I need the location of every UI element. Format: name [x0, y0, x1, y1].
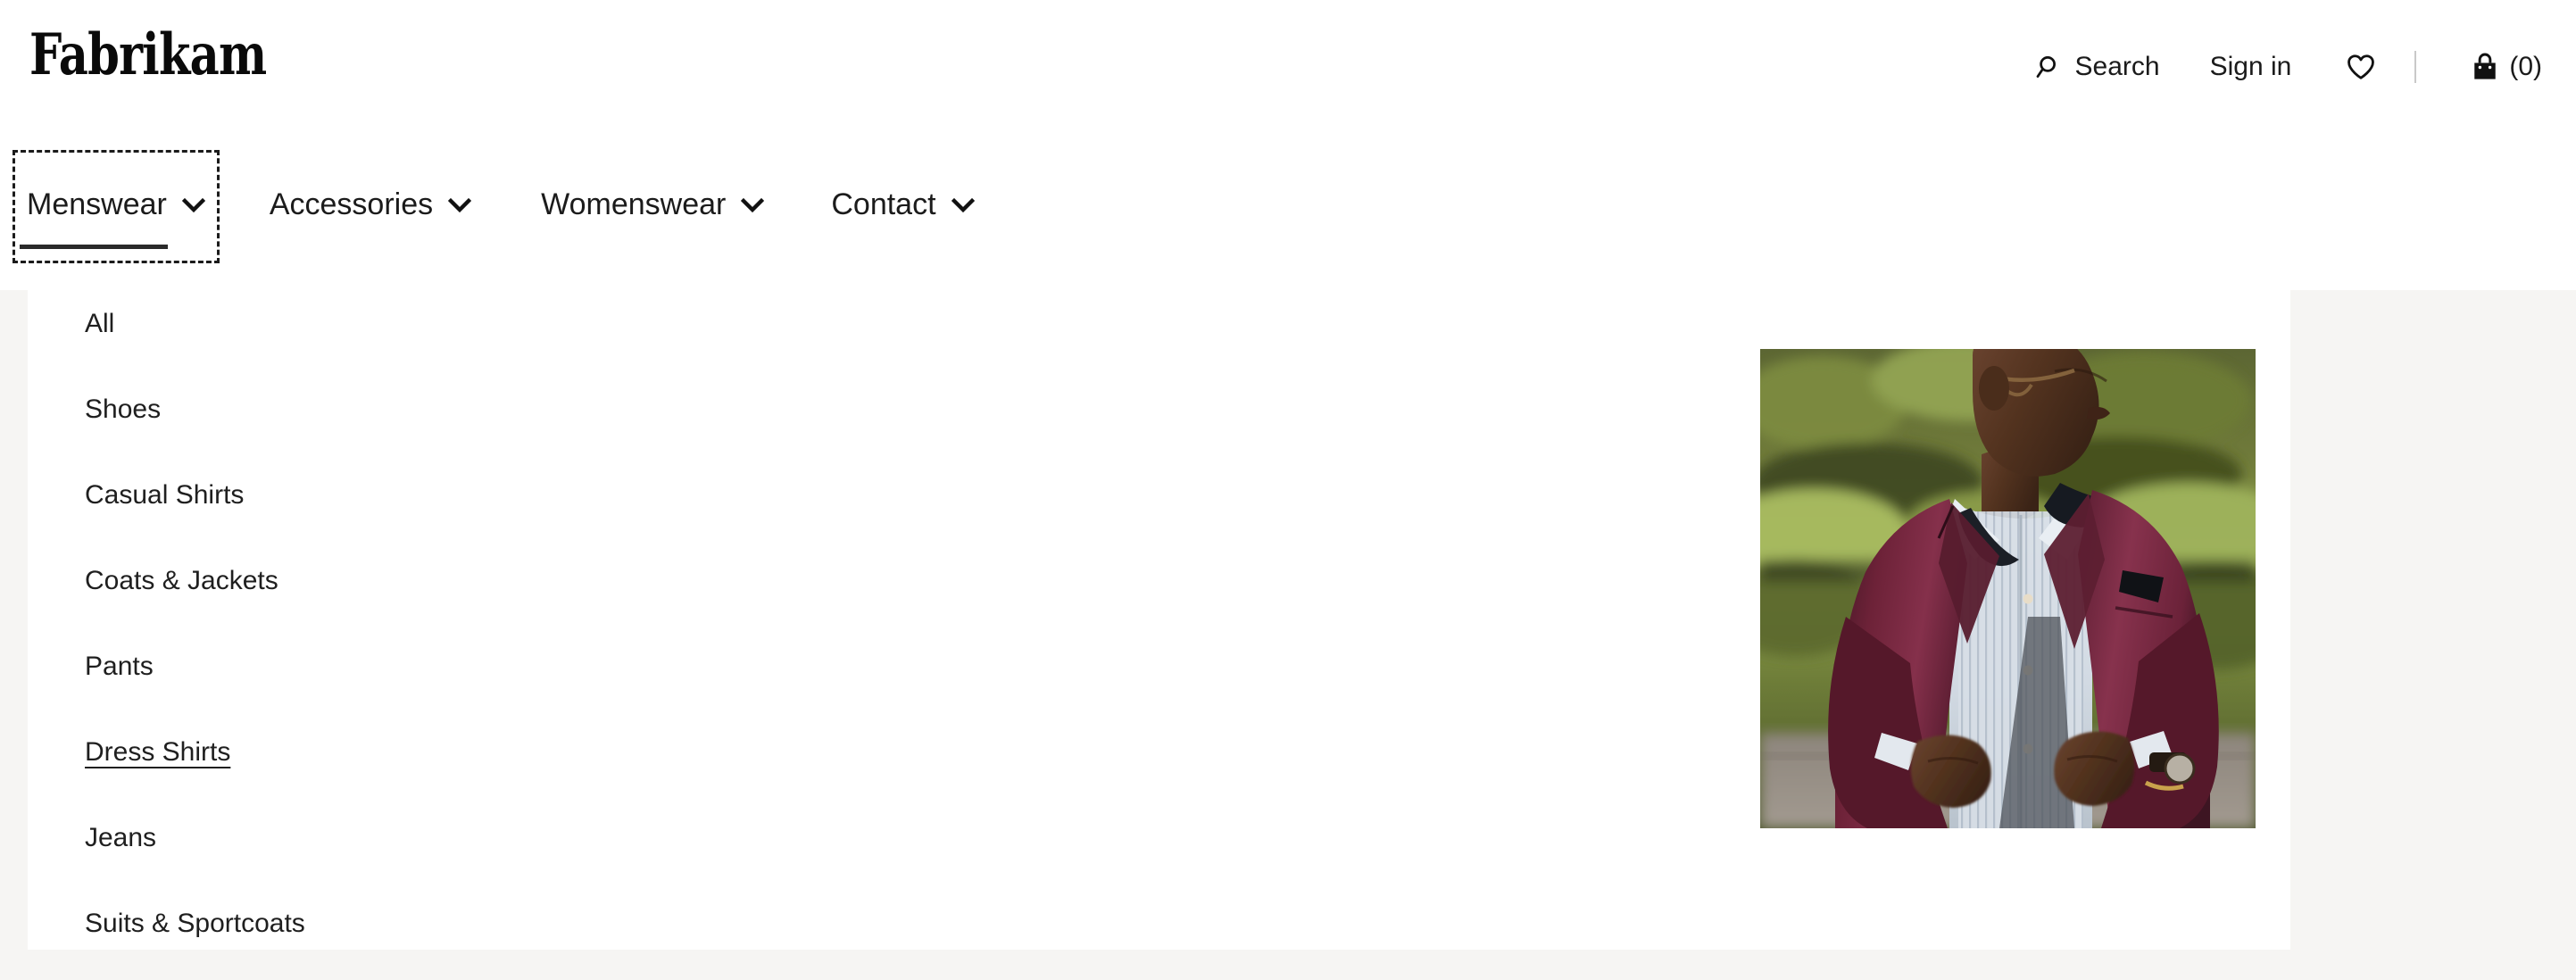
dropdown-item-all[interactable]: All [85, 281, 114, 367]
brand-logo[interactable]: Fabrikam [29, 27, 267, 84]
chevron-down-icon [448, 197, 472, 212]
search-icon [2036, 54, 2063, 80]
nav-item-menswear[interactable]: Menswear [12, 150, 220, 263]
menswear-dropdown-panel: All Shoes Casual Shirts Coats & Jackets … [28, 274, 2290, 950]
nav-item-accessories[interactable]: Accessories [257, 152, 484, 262]
promo-image [1760, 349, 2256, 828]
search-label: Search [2074, 52, 2160, 81]
site-header: Fabrikam Search Sign in (0) Menswear Acc… [0, 0, 2576, 290]
heart-icon [2347, 54, 2375, 80]
chevron-down-icon [741, 197, 765, 212]
dropdown-item-suits-sportcoats[interactable]: Suits & Sportcoats [85, 881, 305, 967]
dropdown-item-coats-jackets[interactable]: Coats & Jackets [85, 538, 278, 624]
sign-in-label: Sign in [2209, 52, 2292, 81]
dropdown-item-casual-shirts[interactable]: Casual Shirts [85, 453, 244, 538]
primary-navigation: Menswear Accessories Womenswear Contact [0, 150, 987, 263]
chevron-down-icon [951, 197, 975, 212]
wishlist-button[interactable] [2347, 54, 2375, 80]
nav-active-indicator [20, 245, 168, 249]
header-divider [2414, 51, 2417, 83]
search-button[interactable]: Search [2036, 52, 2160, 82]
nav-item-menswear-label: Menswear [27, 187, 167, 221]
cart-count: (0) [2509, 52, 2542, 81]
shopping-bag-icon [2472, 53, 2498, 81]
promo-photo-graphic [1760, 349, 2256, 828]
cart-button[interactable]: (0) [2472, 52, 2542, 82]
dropdown-item-jeans[interactable]: Jeans [85, 795, 156, 881]
nav-item-contact[interactable]: Contact [819, 152, 986, 262]
nav-item-accessories-label: Accessories [269, 187, 434, 221]
dropdown-category-list: All Shoes Casual Shirts Coats & Jackets … [85, 281, 305, 967]
nav-item-contact-label: Contact [831, 187, 936, 221]
sign-in-link[interactable]: Sign in [2210, 52, 2292, 82]
dropdown-item-shoes[interactable]: Shoes [85, 367, 161, 453]
nav-item-womenswear[interactable]: Womenswear [528, 152, 777, 262]
header-utility-bar: Search Sign in (0) [2036, 46, 2542, 87]
nav-item-womenswear-label: Womenswear [541, 187, 727, 221]
dropdown-item-dress-shirts[interactable]: Dress Shirts [85, 710, 230, 795]
chevron-down-icon [181, 197, 205, 212]
dropdown-item-pants[interactable]: Pants [85, 624, 154, 710]
